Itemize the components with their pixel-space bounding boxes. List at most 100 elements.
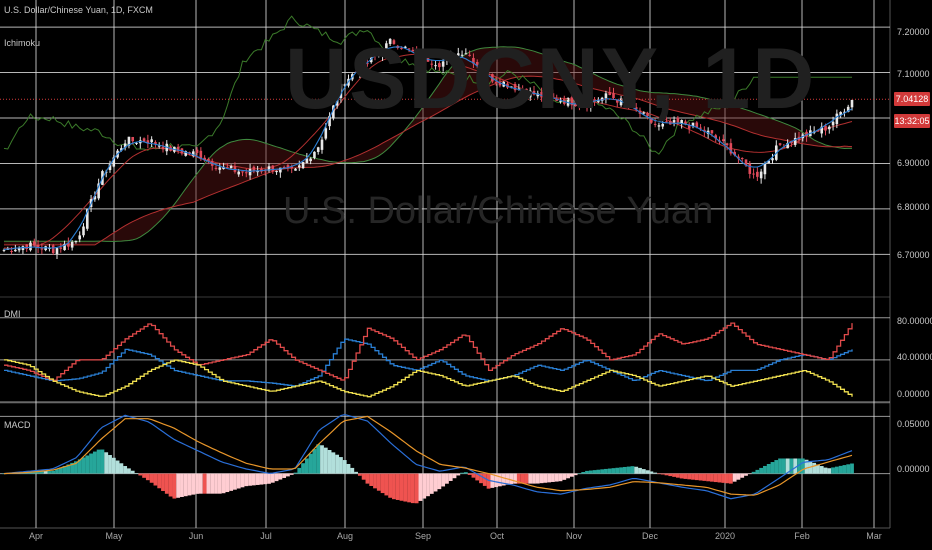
macd-histogram-bar [81,457,86,474]
macd-histogram-bar [130,470,135,474]
time-axis-label: 2020 [714,531,736,541]
macd-histogram-bar [569,473,574,477]
time-axis-label: Oct [489,531,505,541]
candle-body [460,54,464,56]
macd-histogram-bar [149,473,154,483]
dmi-axis-label: 80.00000 [897,316,932,326]
macd-histogram-bar [47,471,52,474]
macd-histogram-bar [691,473,695,480]
macd-histogram-bar [221,473,226,494]
macd-histogram-bar [581,472,586,474]
macd-histogram-bar [327,450,332,474]
macd-histogram-bar [721,473,726,483]
macd-histogram-bar [482,473,487,486]
ichimoku-study-label[interactable]: Ichimoku [4,38,40,48]
macd-histogram-bar [698,473,703,481]
macd-histogram-bar [766,463,771,474]
candle-body [59,247,63,249]
candle-body [441,61,445,67]
price-axis-label: 6.90000 [897,158,930,168]
price-axis-label: 7.20000 [897,27,930,37]
macd-histogram-bar [395,473,400,500]
macd-histogram-bar [422,473,427,499]
candle-body [710,130,714,134]
macd-histogram-bar [202,473,207,494]
macd-histogram-bar [320,445,324,474]
macd-histogram-bar [259,473,264,485]
macd-histogram-bar [547,473,552,483]
candle-body [381,52,384,56]
candle-body [646,113,649,116]
macd-histogram-bar [293,472,298,474]
candle-body [438,63,441,68]
candle-body [32,241,36,246]
candle-body [494,81,498,83]
macd-histogram-bar [622,466,627,474]
candle-body [528,90,532,98]
macd-histogram-bar [823,467,828,474]
macd-histogram-bar [774,460,779,474]
macd-histogram-bar [551,473,555,482]
macd-histogram-bar [588,470,593,474]
macd-histogram-bar [706,473,711,482]
candle-body [434,65,437,67]
macd-histogram-bar [331,452,336,474]
macd-histogram-bar [759,467,764,474]
macd-histogram-bar [255,473,260,485]
macd-histogram-bar [316,444,321,474]
macd-histogram-bar [683,473,688,479]
macd-histogram-bar [607,468,612,474]
dmi-study-label[interactable]: DMI [4,309,21,319]
candle-body [740,158,744,160]
chart-canvas[interactable] [0,0,932,550]
candle-body [320,139,324,150]
candle-body [271,165,275,172]
macd-histogram-bar [781,458,786,474]
macd-histogram-bar [127,468,131,474]
macd-histogram-bar [467,473,472,475]
candle-body [631,104,634,106]
candle-body [456,53,460,56]
macd-histogram-bar [448,473,453,481]
candle-body [55,248,59,254]
macd-histogram-bar [710,473,714,482]
macd-histogram-bar [660,473,665,475]
macd-histogram-bar [744,473,748,476]
macd-histogram-bar [668,473,673,477]
macd-histogram-bar [664,473,669,476]
macd-study-label[interactable]: MACD [4,420,31,430]
macd-histogram-bar [630,466,635,474]
macd-histogram-bar [168,473,173,497]
macd-histogram-bar [532,473,536,484]
macd-histogram-bar [778,458,782,474]
macd-histogram-bar [649,471,654,474]
candle-body [29,242,32,251]
macd-histogram-bar [286,473,290,477]
macd-histogram-bar [119,463,124,474]
macd-histogram-bar [244,473,249,487]
macd-histogram-bar [263,473,268,485]
macd-histogram-bar [217,473,222,494]
candle-body [51,245,55,253]
time-axis-label: Apr [28,531,44,541]
macd-histogram-bar [694,473,699,481]
time-axis-label: Jul [260,531,272,541]
macd-histogram-bar [441,473,446,487]
macd-histogram-bar [827,468,832,474]
candle-body [392,40,396,44]
macd-histogram-bar [187,473,192,496]
macd-histogram-bar [274,473,279,482]
candle-body [827,126,831,130]
macd-histogram-bar [96,449,101,474]
candle-body [752,173,755,175]
macd-histogram-bar [562,473,567,480]
candle-body [756,171,759,177]
candle-body [301,162,305,169]
macd-histogram-bar [138,473,143,476]
candle-body [195,149,199,153]
candle-body [150,139,153,143]
macd-histogram-bar [842,465,847,474]
macd-histogram-bar [819,466,824,474]
candle-body [759,171,763,179]
candle-body [661,123,665,127]
